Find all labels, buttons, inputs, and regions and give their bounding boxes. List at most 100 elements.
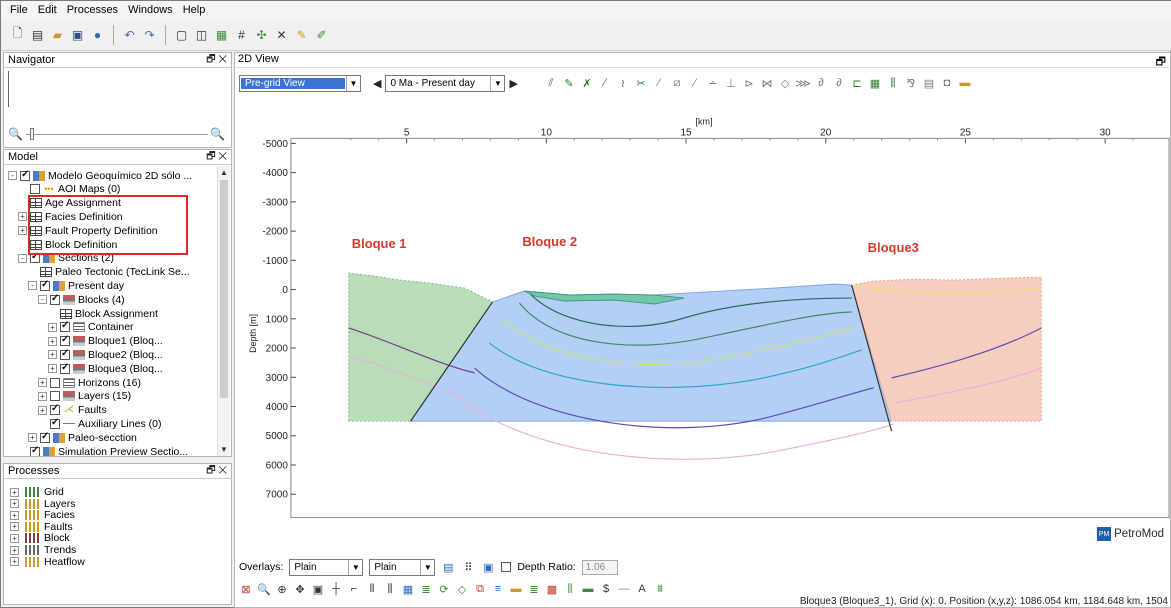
delete-icon[interactable]: ✕ xyxy=(273,26,290,43)
expand-icon[interactable]: + xyxy=(10,510,19,520)
tree-item[interactable]: - Modelo Geoquímico 2D sólo ... xyxy=(8,169,192,182)
new-project-icon[interactable]: ▤ xyxy=(29,26,46,43)
draw-tool-2-icon[interactable]: ✎ xyxy=(562,76,576,90)
draw-tool-22-icon[interactable]: ▤ xyxy=(922,76,936,90)
expand-icon[interactable]: + xyxy=(10,522,19,532)
tree-checkbox[interactable] xyxy=(50,391,60,402)
trace-icon[interactable]: ⟳ xyxy=(437,582,451,596)
draw-tool-17-icon[interactable]: ∂ xyxy=(832,76,846,90)
pin-close-icon[interactable]: 🗗 ✕ xyxy=(206,52,227,69)
draw-tool-20-icon[interactable]: ⫼ xyxy=(886,76,900,90)
draw-tool-6-icon[interactable]: ✂ xyxy=(634,76,648,90)
cross-section-plot[interactable]: 5 10 15 20 25 30 [km] -5000 -4000 -3000 -2000 -1000… xyxy=(235,98,1170,543)
tree-item[interactable]: ••• AOI Maps (0) xyxy=(18,183,120,196)
draw-tool-1-icon[interactable]: ⫽ xyxy=(544,76,558,90)
tree-item[interactable]: Auxiliary Lines (0) xyxy=(38,417,161,430)
line-icon[interactable]: ▬ xyxy=(581,582,595,596)
overlay-2-select[interactable]: Plain ▼ xyxy=(369,558,436,576)
overlay-1-select[interactable]: Plain ▼ xyxy=(289,558,364,576)
tree-checkbox[interactable] xyxy=(50,417,60,429)
tree-item[interactable]: Paleo Tectonic (TecLink Se... xyxy=(28,266,190,279)
tree-item[interactable]: - Present day xyxy=(28,279,124,292)
draw-tool-18-icon[interactable]: ⊏ xyxy=(850,76,864,90)
grid-options-icon[interactable]: ⠿ xyxy=(461,560,475,574)
vertical-lines-icon[interactable]: ⦀ xyxy=(365,582,379,596)
draw-tool-4-icon[interactable]: ⁄ xyxy=(598,76,612,90)
save-icon[interactable]: ▣ xyxy=(69,26,86,43)
process-item[interactable]: + Faults xyxy=(10,521,73,533)
tree-item[interactable]: + Container xyxy=(48,320,134,334)
draw-tool-5-icon[interactable]: ≀ xyxy=(616,76,630,90)
draw-tool-24-icon[interactable]: ▬ xyxy=(958,76,972,90)
tree-item[interactable]: + Paleo-secction xyxy=(28,431,137,444)
model-scrollbar[interactable]: ▲ ▼ xyxy=(217,166,230,456)
open-folder-icon[interactable]: ▰ xyxy=(49,26,66,43)
expand-icon[interactable]: + xyxy=(18,226,27,236)
collapse-icon[interactable]: - xyxy=(8,171,17,180)
grid-icon[interactable]: # xyxy=(233,26,250,43)
edit-icon[interactable]: ✎ xyxy=(293,26,310,43)
expand-icon[interactable]: + xyxy=(48,322,57,332)
undo-icon[interactable]: ↶ xyxy=(121,26,138,43)
process-item[interactable]: + Trends xyxy=(10,544,76,556)
tree-item[interactable]: + Horizons (16) xyxy=(38,376,141,389)
zoom-slider-thumb[interactable] xyxy=(30,128,34,140)
draw-tool-19-icon[interactable]: ▦ xyxy=(868,76,882,90)
process-item[interactable]: + Grid xyxy=(10,486,64,498)
pin-close-icon[interactable]: 🗗 ✕ xyxy=(206,463,227,480)
expand-icon[interactable]: + xyxy=(10,499,19,509)
expand-icon[interactable]: + xyxy=(38,378,47,387)
tree-item[interactable]: - Blocks (4) xyxy=(38,293,125,306)
zoom-in-icon[interactable]: 🔍 xyxy=(210,127,225,141)
menu-processes[interactable]: Processes xyxy=(62,4,123,16)
menu-file[interactable]: File xyxy=(5,4,33,16)
draw-tool-14-icon[interactable]: ◇ xyxy=(778,76,792,90)
new-file-icon[interactable]: 🗋 xyxy=(9,26,26,43)
pan-icon[interactable]: ✥ xyxy=(293,582,307,596)
add-layer-icon[interactable]: ⧉ xyxy=(473,582,487,596)
horizons-icon[interactable]: ≡ xyxy=(491,582,505,596)
camera-icon[interactable]: ▣ xyxy=(311,582,325,596)
table-icon[interactable]: ▦ xyxy=(401,582,415,596)
age-select[interactable]: 0 Ma - Present day ▼ xyxy=(385,74,506,92)
draw-tool-16-icon[interactable]: ∂ xyxy=(814,76,828,90)
scroll-thumb[interactable] xyxy=(220,180,228,398)
zoom-in-icon[interactable]: ⊕ xyxy=(275,582,289,596)
pin-icon[interactable]: 🗗 xyxy=(1156,53,1166,68)
tree-item[interactable]: + Bloque3 (Bloq... xyxy=(48,362,163,375)
window-icon[interactable]: ▢ xyxy=(173,26,190,43)
expand-icon[interactable]: + xyxy=(10,557,19,567)
ruler-icon[interactable]: ⌐ xyxy=(347,582,361,596)
zoom-slider-track[interactable] xyxy=(26,134,208,135)
menu-windows[interactable]: Windows xyxy=(123,4,178,16)
expand-icon[interactable]: + xyxy=(28,433,37,443)
draw-tool-9-icon[interactable]: ⁄ xyxy=(688,76,702,90)
color-legend-icon[interactable]: ▤ xyxy=(441,560,455,574)
expand-icon[interactable]: + xyxy=(10,533,19,543)
draw-tool-11-icon[interactable]: ⊥ xyxy=(724,76,738,90)
text-tool-icon[interactable]: A xyxy=(635,582,649,596)
draw-tool-12-icon[interactable]: ⊳ xyxy=(742,76,756,90)
tree-item[interactable]: + Bloque2 (Bloq... xyxy=(48,348,163,361)
tree-checkbox[interactable] xyxy=(60,320,70,333)
draw-tool-7-icon[interactable]: ⁄ xyxy=(652,76,666,90)
menu-help[interactable]: Help xyxy=(178,4,211,16)
globe-icon[interactable]: ● xyxy=(89,26,106,43)
expand-icon[interactable]: + xyxy=(18,212,27,222)
menu-edit[interactable]: Edit xyxy=(33,4,62,16)
depth-ratio-input[interactable]: 1.06 xyxy=(581,559,618,575)
tree-checkbox[interactable] xyxy=(60,334,70,347)
expand-icon[interactable]: + xyxy=(48,364,57,374)
draw-tool-13-icon[interactable]: ⋈ xyxy=(760,76,774,90)
tree-checkbox[interactable] xyxy=(60,348,70,360)
crosshair-icon[interactable]: ┼ xyxy=(329,582,343,596)
tree-checkbox[interactable] xyxy=(20,169,30,181)
tree-item[interactable]: + Bloque1 (Bloq... xyxy=(48,334,163,348)
tree-checkbox[interactable] xyxy=(40,431,50,443)
collapse-icon[interactable]: - xyxy=(18,253,27,263)
tree-item[interactable]: Block Assignment xyxy=(48,307,158,320)
process-item[interactable]: + Facies xyxy=(10,509,75,521)
zoom-icon[interactable]: 🔍 xyxy=(257,582,271,596)
mesh-icon[interactable]: ✣ xyxy=(253,26,270,43)
expand-icon[interactable]: + xyxy=(48,350,57,360)
